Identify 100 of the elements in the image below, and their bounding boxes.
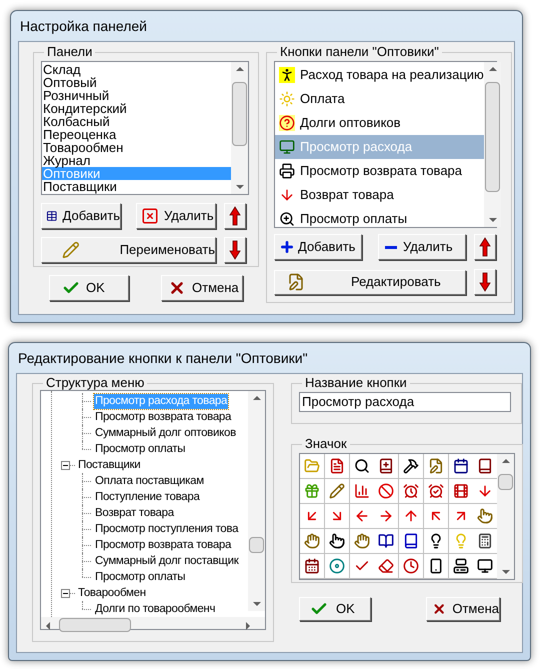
icon-cell[interactable] [324,554,349,578]
list-item[interactable]: Оптовый [42,76,231,89]
list-item[interactable]: Кондитерский [42,102,231,115]
tree-item[interactable]: Просмотр оплаты [94,442,186,456]
add-button[interactable]: Добавить [41,203,121,229]
icon-cell[interactable] [350,554,374,578]
icon-cell[interactable] [350,454,374,478]
tree-item[interactable]: Просмотр поступления това [94,522,240,536]
tree-item[interactable]: Оплата поставщикам [94,474,205,488]
icon-cell[interactable] [399,454,423,478]
up-arrow-icon [479,237,491,257]
list-item[interactable]: Расход товара на реализацию [275,63,484,87]
icon-cell[interactable] [448,479,472,503]
move-down-button[interactable] [224,237,246,263]
rename-button[interactable]: Переименовать [41,237,216,263]
icon-cell[interactable] [399,504,423,528]
calendar-icon [304,558,320,574]
icon-cell[interactable] [374,479,398,503]
tree-item[interactable]: Долги по товарообменч [94,602,216,616]
icon-cell[interactable] [300,454,324,478]
icon-cell[interactable] [424,504,448,528]
list-item[interactable]: Склад [42,63,231,76]
icon-cell[interactable] [473,554,498,578]
list-item[interactable]: Оплата [275,87,484,111]
icon-cell[interactable] [473,504,498,528]
tree-item[interactable]: Поступление товара [94,490,201,504]
icon-cell[interactable] [424,479,448,503]
ok-button[interactable]: OK [299,597,371,621]
delete-button[interactable]: Удалить [378,234,466,260]
icon-cell[interactable] [399,554,423,578]
list-item[interactable]: Журнал [42,154,231,167]
list-item[interactable]: Долги оптовиков [275,111,484,135]
icon-cell[interactable] [473,479,498,503]
hand-icon [304,533,320,549]
cancel-button[interactable]: Отмена [426,597,500,621]
add-button[interactable]: Добавить [274,234,362,260]
icon-cell[interactable] [374,529,398,553]
magnifier-icon [354,458,370,474]
icon-cell[interactable] [324,479,349,503]
icon-cell[interactable] [448,454,472,478]
icon-cell[interactable] [473,529,498,553]
tree-item[interactable]: Суммарный долг оптовиков [94,426,237,440]
icon-cell[interactable] [324,454,349,478]
name-field[interactable]: Просмотр расхода [299,392,511,412]
collapse-toggle[interactable] [61,460,70,470]
icon-cell[interactable] [448,554,472,578]
vertical-scrollbar[interactable] [231,62,248,194]
icon-cell[interactable] [399,479,423,503]
cross-icon [168,279,186,297]
edit-button[interactable]: Редактировать [274,270,466,294]
folder-icon [304,458,320,474]
vertical-scrollbar[interactable] [484,62,501,227]
open-book-icon [378,533,394,549]
list-item[interactable]: Розничный [42,89,231,102]
icon-cell[interactable] [350,529,374,553]
ok-button[interactable]: OK [49,275,129,301]
icon-cell[interactable] [300,504,324,528]
icon-cell[interactable] [324,529,349,553]
icon-cell[interactable] [350,504,374,528]
tree-item[interactable]: Возврат товара [94,506,175,520]
icon-cell[interactable] [424,529,448,553]
move-down-button[interactable] [474,269,496,295]
list-item[interactable]: Колбасный [42,115,231,128]
icon-cell[interactable] [374,454,398,478]
list-item[interactable]: Поставщики [42,180,231,193]
icon-cell[interactable] [350,479,374,503]
vertical-scrollbar[interactable] [248,391,265,611]
icon-cell[interactable] [300,479,324,503]
list-item[interactable]: Товарообмен [42,141,231,154]
tree-item[interactable]: Суммарный долг поставщик [94,554,240,568]
device-icon [428,558,444,574]
horizontal-scrollbar[interactable] [41,617,265,629]
tree-item[interactable]: Поставщики [77,458,142,472]
icon-cell[interactable] [324,504,349,528]
icon-cell[interactable] [399,529,423,553]
icon-cell[interactable] [374,554,398,578]
down-arrow-icon [477,483,494,499]
icon-cell[interactable] [300,554,324,578]
icon-cell[interactable] [448,504,472,528]
move-up-button[interactable] [474,234,496,260]
tree-item[interactable]: Товарообмен [77,586,147,600]
list-item[interactable]: Возврат товара [275,183,484,207]
icon-cell[interactable] [448,529,472,553]
icon-cell[interactable] [374,504,398,528]
cancel-button[interactable]: Отмена [161,275,243,301]
tree-item[interactable]: Просмотр возврата товара [94,410,232,424]
tree-item[interactable]: Просмотр оплаты [94,570,186,584]
icon-cell[interactable] [473,454,498,478]
tree-item[interactable]: Просмотр возврата товара [94,538,232,552]
monitor-icon [279,139,295,155]
delete-button[interactable]: Удалить [136,203,216,229]
list-item[interactable]: Переоценка [42,128,231,141]
vertical-scrollbar[interactable] [497,454,514,579]
list-item[interactable]: Просмотр возврата товара [275,159,484,183]
list-item[interactable]: Просмотр оплаты [275,207,484,231]
move-up-button[interactable] [224,203,246,229]
icon-cell[interactable] [424,454,448,478]
collapse-toggle[interactable] [61,588,70,598]
icon-cell[interactable] [300,529,324,553]
icon-cell[interactable] [424,554,448,578]
